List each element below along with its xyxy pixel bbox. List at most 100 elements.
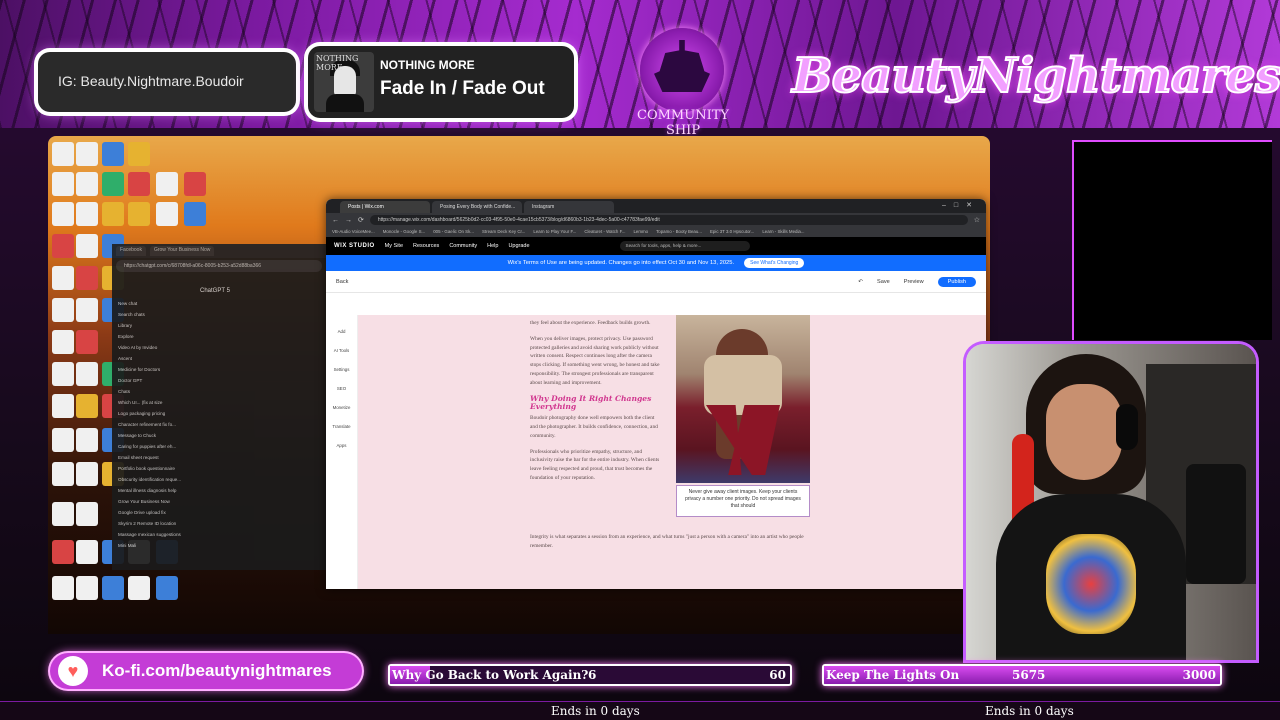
bookmark[interactable]: Learn - Skills Media... (762, 229, 804, 235)
chat-side-item[interactable]: Massage mexican suggestions (118, 529, 188, 540)
browser-tab[interactable]: Instagram (524, 201, 614, 213)
wix-menu-item[interactable]: Resources (413, 243, 439, 249)
chat-side-item[interactable]: Mental illness diagnosis help (118, 485, 188, 496)
desktop-icon[interactable] (52, 266, 74, 290)
image-caption[interactable]: Never give away client images. Keep your… (676, 485, 810, 517)
forward-arrow-icon[interactable]: → (345, 217, 352, 224)
wix-menu-item[interactable]: Upgrade (508, 243, 529, 249)
chat-side-item[interactable]: Google Drive upload fix (118, 507, 188, 518)
rail-seo[interactable]: SEO (326, 386, 357, 391)
bookmark[interactable]: Cleaturet - Watch F... (584, 229, 625, 235)
browser-tab[interactable]: Posts | Wix.com (340, 201, 430, 213)
wix-menu-item[interactable]: Help (487, 243, 498, 249)
chat-tab[interactable]: Facebook (116, 246, 146, 256)
desktop-icon[interactable] (184, 202, 206, 226)
rail-ai-tools[interactable]: AI Tools (326, 348, 357, 353)
article-paragraph[interactable]: Boudoir photography done well empowers b… (530, 414, 660, 440)
desktop-icon[interactable] (76, 298, 98, 322)
chat-side-item[interactable]: Doctor GPT (118, 375, 188, 386)
desktop-icon[interactable] (102, 576, 124, 600)
desktop-icon[interactable] (102, 172, 124, 196)
desktop-icon[interactable] (52, 298, 74, 322)
browser-tab[interactable]: Posing Every Body with Confide... (432, 201, 522, 213)
bookmark[interactable]: Lemmo (633, 229, 648, 235)
chat-side-item[interactable]: Medicine for Doctors (118, 364, 188, 375)
desktop-icon[interactable] (76, 540, 98, 564)
desktop-icon[interactable] (76, 330, 98, 354)
desktop-icon[interactable] (52, 394, 74, 418)
chat-tab[interactable]: Grow Your Business Now (149, 246, 215, 256)
desktop-icon[interactable] (128, 576, 150, 600)
reload-icon[interactable]: ⟳ (358, 216, 364, 224)
rail-apps[interactable]: Apps (326, 443, 357, 448)
desktop-icon[interactable] (52, 234, 74, 258)
desktop-icon[interactable] (102, 142, 124, 166)
chat-side-item[interactable]: Grow Your Business Now (118, 496, 188, 507)
bookmark[interactable]: 005 - Gaelic On Sk... (433, 229, 474, 235)
desktop-icon[interactable] (52, 330, 74, 354)
save-button[interactable]: Save (877, 279, 890, 285)
chat-side-item[interactable]: New chat (118, 298, 188, 309)
chat-side-item[interactable]: Mini Mali (118, 540, 188, 551)
desktop-icon[interactable] (52, 502, 74, 526)
desktop-icon[interactable] (76, 462, 98, 486)
wix-menu-item[interactable]: Community (449, 243, 477, 249)
desktop-icon[interactable] (76, 234, 98, 258)
article-photo[interactable] (676, 315, 810, 483)
chat-side-item[interactable]: Search chats (118, 309, 188, 320)
window-controls[interactable]: –□✕ (942, 201, 980, 209)
desktop-icon[interactable] (156, 202, 178, 226)
rail-translate[interactable]: Translate (326, 424, 357, 429)
browser-window[interactable]: Posts | Wix.com Posing Every Body with C… (326, 199, 986, 589)
preview-button[interactable]: Preview (904, 279, 924, 285)
desktop-icon[interactable] (52, 142, 74, 166)
bookmark[interactable]: Learn to Play Your F... (533, 229, 576, 235)
desktop-icon[interactable] (76, 428, 98, 452)
chat-side-item[interactable]: Video AI by Invideo (118, 342, 188, 353)
back-button[interactable]: Back (336, 279, 348, 285)
bookmark[interactable]: Monocle - Google S... (383, 229, 425, 235)
desktop-icon[interactable] (76, 266, 98, 290)
chat-side-item[interactable]: Which UI... (fix at size (118, 397, 188, 408)
chat-side-item[interactable]: Ascent (118, 353, 188, 364)
desktop-icon[interactable] (184, 172, 206, 196)
article-paragraph[interactable]: they feel about the experience. Feedback… (530, 319, 660, 328)
chat-side-item[interactable]: Portfolio book questionnaire (118, 463, 188, 474)
wix-logo[interactable]: WIX STUDIO (334, 243, 375, 249)
desktop-icon[interactable] (76, 502, 98, 526)
chat-address-bar[interactable]: https://chatgpt.com/c/68708fdl-a06c-8005… (116, 260, 322, 272)
desktop-icon[interactable] (76, 172, 98, 196)
desktop-icon[interactable] (52, 462, 74, 486)
desktop-icon[interactable] (128, 202, 150, 226)
chat-side-item[interactable]: Message to Chuck (118, 430, 188, 441)
address-bar[interactable]: https://manage.wix.com/dashboard/5625b0d… (369, 215, 968, 225)
back-arrow-icon[interactable]: ← (332, 217, 339, 224)
desktop-icon[interactable] (128, 142, 150, 166)
undo-icon[interactable]: ↶ (858, 279, 863, 285)
bookmark[interactable]: Epic 3T 3.0 Hpscutor... (710, 229, 754, 235)
article-paragraph[interactable]: Integrity is what separates a session fr… (530, 533, 810, 551)
site-selector[interactable]: My Site (385, 243, 403, 249)
desktop-icon[interactable] (128, 172, 150, 196)
chat-side-item[interactable]: Character refinement fix fo... (118, 419, 188, 430)
desktop-icon[interactable] (76, 142, 98, 166)
see-changes-button[interactable]: See What's Changing (744, 258, 805, 268)
chat-side-item[interactable]: Obscurity identification reque... (118, 474, 188, 485)
desktop-icon[interactable] (52, 172, 74, 196)
chat-model-title[interactable]: ChatGPT 5 (200, 288, 230, 294)
star-icon[interactable]: ☆ (974, 216, 980, 224)
desktop-icon[interactable] (52, 540, 74, 564)
wix-search-input[interactable]: Search for tools, apps, help & more... (619, 241, 750, 251)
article-heading[interactable]: Why Doing It Right Changes Everything (530, 394, 660, 413)
desktop-icon[interactable] (156, 172, 178, 196)
bookmark[interactable]: VB-Audio VoiceMee... (332, 229, 375, 235)
desktop-icon[interactable] (76, 576, 98, 600)
chat-side-item[interactable]: Skyrim 2 Remote ID location (118, 518, 188, 529)
blog-editor[interactable]: Add AI Tools Settings SEO Monetize Trans… (326, 315, 986, 589)
chat-side-item[interactable]: Library (118, 320, 188, 331)
rail-settings[interactable]: Settings (326, 367, 357, 372)
bookmark[interactable]: Stream Deck Key Cr... (482, 229, 525, 235)
desktop-icon[interactable] (52, 428, 74, 452)
chat-side-item[interactable]: Email sheet request (118, 452, 188, 463)
desktop-icon[interactable] (76, 202, 98, 226)
